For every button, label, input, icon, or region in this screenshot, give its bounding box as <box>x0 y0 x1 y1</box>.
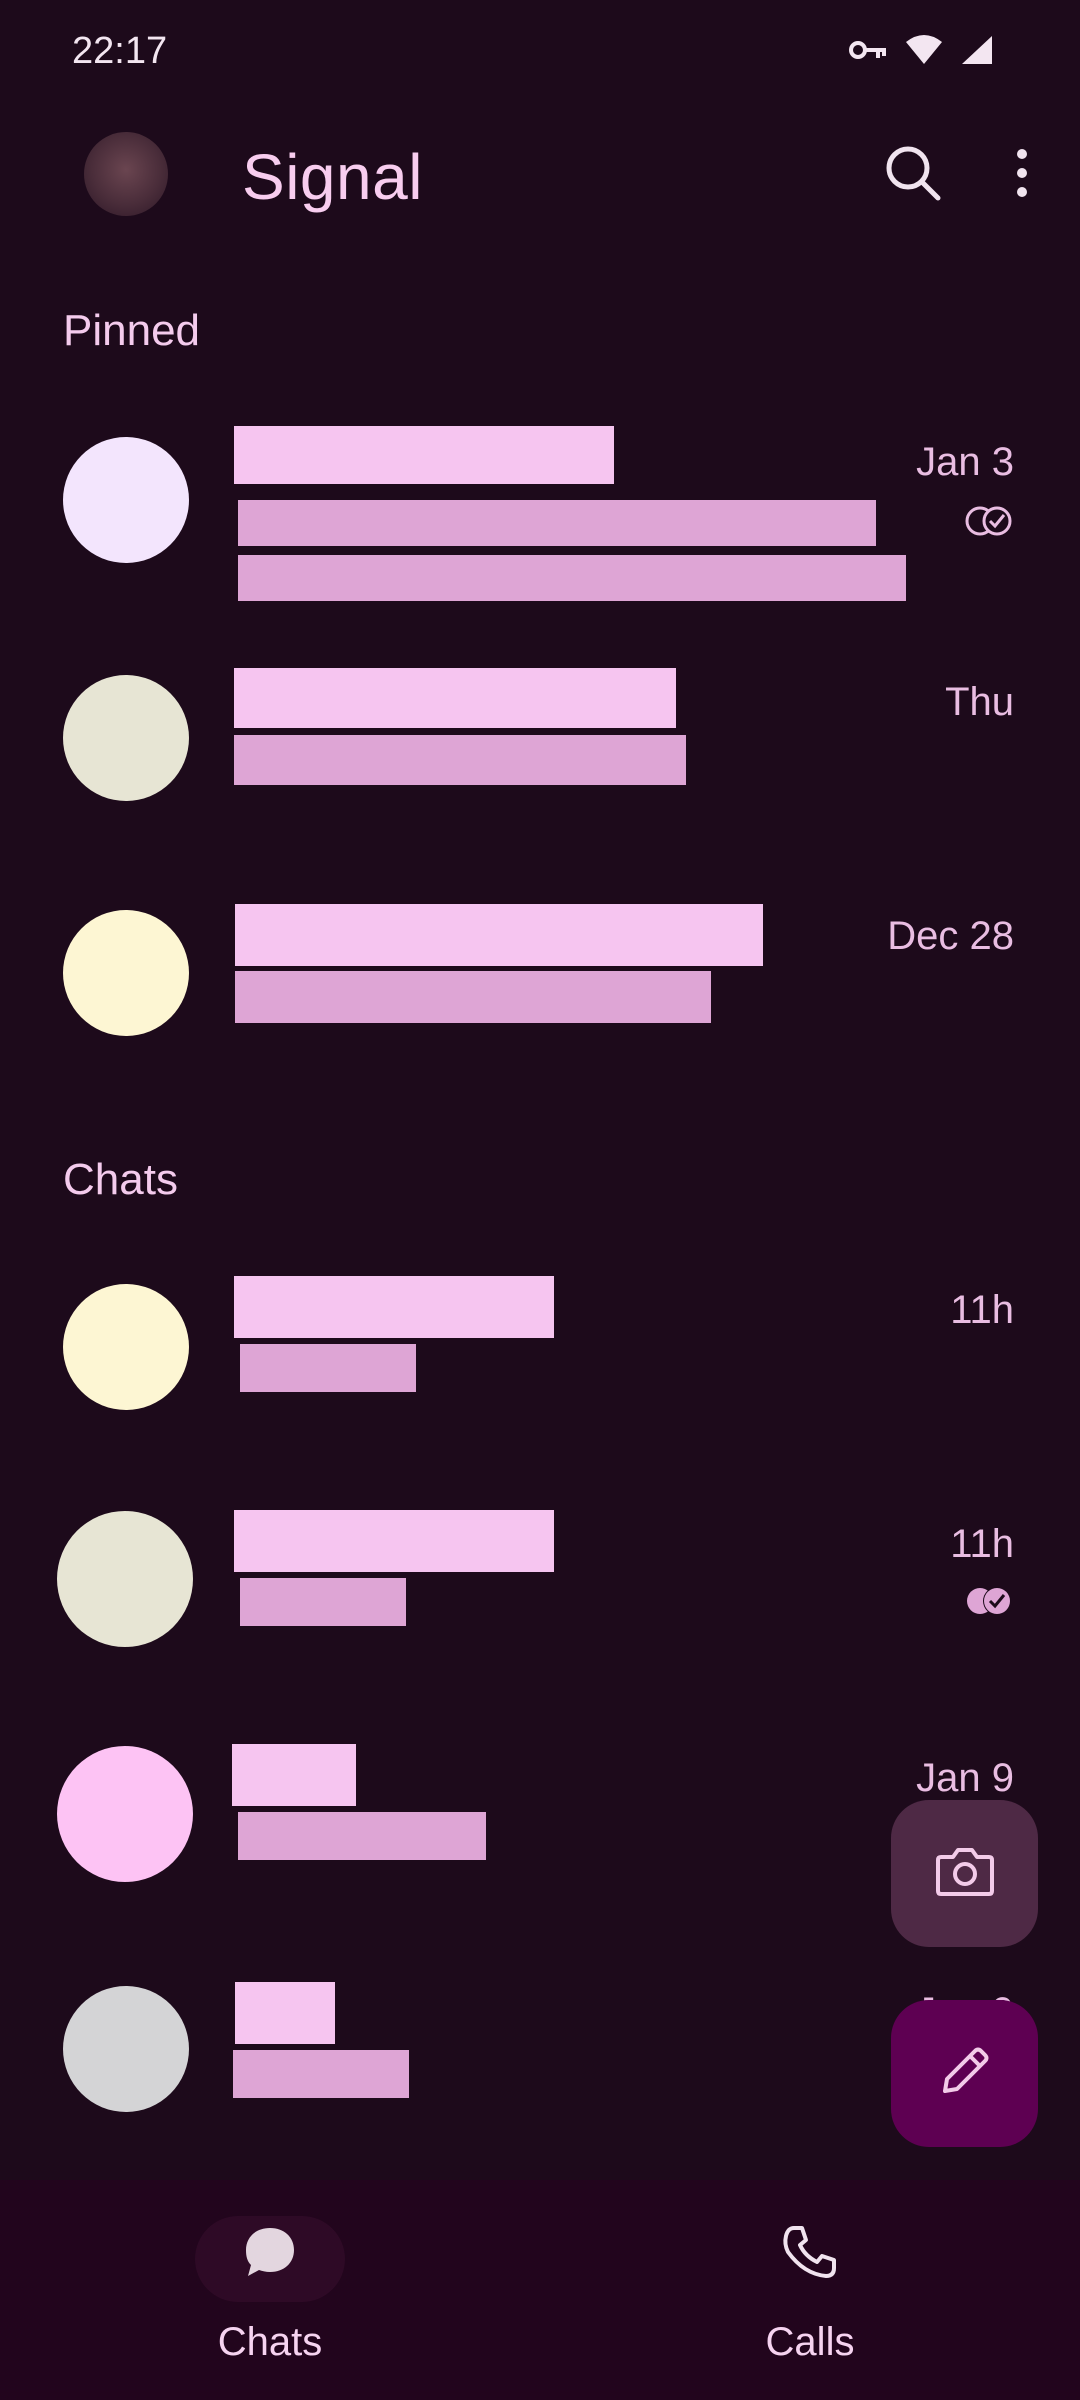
redacted-contact-name <box>235 904 763 966</box>
read-receipt-icon <box>964 1584 1014 1623</box>
avatar <box>63 910 189 1036</box>
app-title: Signal <box>242 141 423 213</box>
nav-label-chats: Chats <box>217 2320 323 2364</box>
redacted-contact-name <box>234 426 614 484</box>
compose-fab[interactable] <box>891 2000 1038 2147</box>
chat-timestamp: Thu <box>945 680 1014 724</box>
cell-signal-icon <box>960 34 994 66</box>
app-bar: Signal <box>0 110 1080 240</box>
nav-tab-calls[interactable]: Calls <box>660 2180 960 2400</box>
profile-avatar[interactable] <box>84 132 168 216</box>
bottom-navigation: Chats Calls <box>0 2180 1080 2400</box>
search-button[interactable] <box>878 138 948 208</box>
pinned-chat-row[interactable]: Jan 3 <box>0 400 1080 615</box>
redacted-contact-name <box>235 1982 335 2044</box>
redacted-message-preview <box>238 1812 486 1860</box>
avatar <box>63 437 189 563</box>
redacted-message-preview <box>238 555 906 601</box>
redacted-message-preview <box>240 1578 406 1626</box>
vpn-key-icon <box>848 38 888 62</box>
phone-icon <box>780 2222 840 2287</box>
status-icons <box>848 34 994 66</box>
chat-bubble-icon <box>240 2222 300 2287</box>
redacted-message-preview <box>235 971 711 1023</box>
avatar <box>57 1511 193 1647</box>
nav-label-calls: Calls <box>765 2320 855 2364</box>
chat-timestamp: 11h <box>950 1522 1014 1566</box>
more-vert-icon <box>1002 149 1042 212</box>
avatar <box>63 1986 189 2112</box>
pinned-chat-row[interactable]: Thu <box>0 630 1080 845</box>
section-header-chats: Chats <box>63 1155 178 1204</box>
chat-timestamp: Jan 3 <box>916 440 1014 484</box>
avatar <box>63 1284 189 1410</box>
chat-row[interactable]: 11h <box>0 1474 1080 1689</box>
camera-fab[interactable] <box>891 1800 1038 1947</box>
more-options-button[interactable] <box>1002 138 1042 208</box>
camera-icon <box>935 1845 995 1902</box>
chat-timestamp: Dec 28 <box>887 914 1014 958</box>
redacted-contact-name <box>232 1744 356 1806</box>
redacted-message-preview <box>238 500 876 546</box>
redacted-contact-name <box>234 1510 554 1572</box>
search-icon <box>878 146 948 212</box>
status-time: 22:17 <box>72 30 168 72</box>
redacted-message-preview <box>233 2050 409 2098</box>
redacted-contact-name <box>234 1276 554 1338</box>
avatar <box>63 675 189 801</box>
delivered-receipt-icon <box>964 504 1014 543</box>
chat-timestamp: Jan 9 <box>916 1756 1014 1800</box>
chat-timestamp: 11h <box>950 1288 1014 1332</box>
pencil-icon <box>937 2043 993 2104</box>
avatar <box>57 1746 193 1882</box>
redacted-message-preview <box>234 735 686 785</box>
signal-chat-list-screen: 22:17 Signal Pinned Jan 3 Thu Dec 28 Cha… <box>0 0 1080 2400</box>
nav-tab-chats[interactable]: Chats <box>120 2180 420 2400</box>
pinned-chat-row[interactable]: Dec 28 <box>0 864 1080 1079</box>
redacted-contact-name <box>234 668 676 728</box>
status-bar: 22:17 <box>0 0 1080 110</box>
wifi-icon <box>904 34 944 66</box>
section-header-pinned: Pinned <box>63 306 201 355</box>
chat-row[interactable]: 11h <box>0 1240 1080 1455</box>
redacted-message-preview <box>240 1344 416 1392</box>
